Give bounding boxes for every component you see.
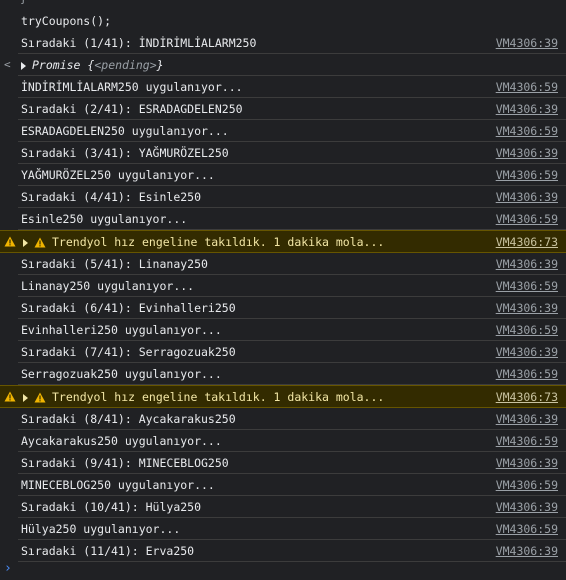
closing-brace: }: [20, 0, 27, 5]
source-link[interactable]: VM4306:39: [496, 32, 558, 54]
log-row: Evinhalleri250 uygulanıyor... VM4306:59: [18, 319, 566, 341]
log-text: YAĞMURÖZEL250 uygulanıyor...: [21, 168, 215, 182]
log-row: YAĞMURÖZEL250 uygulanıyor... VM4306:59: [18, 164, 566, 186]
source-link[interactable]: VM4306:59: [496, 208, 558, 230]
log-text: Sıradaki (10/41): Hülya250: [21, 500, 202, 514]
source-link[interactable]: VM4306:59: [496, 164, 558, 186]
log-row: Hülya250 uygulanıyor... VM4306:59: [18, 518, 566, 540]
log-text: Sıradaki (6/41): Evinhalleri250: [21, 301, 236, 315]
console-messages: Sıradaki (1/41): İNDİRİMLİALARM250 VM4306…: [0, 32, 566, 562]
log-row: Sıradaki (2/41): ESRADAGDELEN250 VM4306:3…: [18, 98, 566, 120]
source-link[interactable]: VM4306:39: [496, 186, 558, 208]
source-link[interactable]: VM4306:59: [496, 120, 558, 142]
log-row: Sıradaki (11/41): Erva250 VM4306:39: [18, 540, 566, 562]
log-row: Linanay250 uygulanıyor... VM4306:59: [18, 275, 566, 297]
promise-state: <pending>: [94, 58, 157, 72]
warning-row: Trendyol hız engeline takıldık. 1 dakika…: [0, 385, 566, 408]
warning-icon: [4, 236, 16, 247]
log-text: Esinle250 uygulanıyor...: [21, 212, 188, 226]
log-text: Sıradaki (11/41): Erva250: [21, 544, 195, 558]
previous-output-stub: }: [0, 0, 566, 10]
log-row: Sıradaki (7/41): Serragozuak250 VM4306:39: [18, 341, 566, 363]
log-row: İNDİRİMLİALARM250 uygulanıyor... VM4306:5…: [18, 76, 566, 98]
source-link[interactable]: VM4306:59: [496, 275, 558, 297]
log-row: Sıradaki (4/41): Esinle250 VM4306:39: [18, 186, 566, 208]
source-link[interactable]: VM4306:39: [496, 297, 558, 319]
source-link[interactable]: VM4306:59: [496, 76, 558, 98]
log-text: Linanay250 uygulanıyor...: [21, 279, 195, 293]
warning-text: Trendyol hız engeline takıldık. 1 dakika…: [52, 235, 385, 249]
source-link[interactable]: VM4306:59: [496, 518, 558, 540]
expand-triangle-icon[interactable]: [23, 238, 28, 247]
log-text: İNDİRİMLİALARM250 uygulanıyor...: [21, 80, 243, 94]
log-text: MINECEBLOG250 uygulanıyor...: [21, 478, 215, 492]
warning-icon: [4, 391, 16, 402]
log-row: Esinle250 uygulanıyor... VM4306:59: [18, 208, 566, 230]
source-link[interactable]: VM4306:39: [496, 341, 558, 363]
promise-result-row: < Promise {<pending>}: [4, 54, 566, 76]
expand-triangle-icon[interactable]: [21, 61, 26, 70]
source-link[interactable]: VM4306:39: [496, 142, 558, 164]
source-link[interactable]: VM4306:39: [496, 496, 558, 518]
log-text: Sıradaki (5/41): Linanay250: [21, 257, 208, 271]
result-arrow-icon: <: [4, 58, 11, 71]
log-row: Sıradaki (9/41): MINECEBLOG250 VM4306:39: [18, 452, 566, 474]
warning-emoji-icon: [34, 237, 46, 248]
warning-text: Trendyol hız engeline takıldık. 1 dakika…: [52, 390, 385, 404]
log-row: Sıradaki (5/41): Linanay250 VM4306:39: [18, 253, 566, 275]
log-row: Sıradaki (1/41): İNDİRİMLİALARM250 VM4306…: [18, 32, 566, 54]
log-text: Aycakarakus250 uygulanıyor...: [21, 434, 222, 448]
log-row: Sıradaki (6/41): Evinhalleri250 VM4306:39: [18, 297, 566, 319]
log-text: Sıradaki (8/41): Aycakarakus250: [21, 412, 236, 426]
log-text: Sıradaki (4/41): Esinle250: [21, 190, 202, 204]
console-prompt-icon[interactable]: ›: [4, 561, 12, 576]
log-row: MINECEBLOG250 uygulanıyor... VM4306:59: [18, 474, 566, 496]
source-link[interactable]: VM4306:39: [496, 408, 558, 430]
log-text: Sıradaki (1/41): İNDİRİMLİALARM250: [21, 36, 257, 50]
log-text: Sıradaki (3/41): YAĞMURÖZEL250: [21, 146, 229, 160]
source-link[interactable]: VM4306:39: [496, 253, 558, 275]
expand-triangle-icon[interactable]: [23, 393, 28, 402]
log-text: Serragozuak250 uygulanıyor...: [21, 367, 222, 381]
source-link[interactable]: VM4306:59: [496, 363, 558, 385]
log-text: ESRADAGDELEN250 uygulanıyor...: [21, 124, 229, 138]
log-row: Sıradaki (8/41): Aycakarakus250 VM4306:39: [18, 408, 566, 430]
promise-brace-close: }: [156, 58, 164, 72]
log-text: Sıradaki (2/41): ESRADAGDELEN250: [21, 102, 243, 116]
log-row: Aycakarakus250 uygulanıyor... VM4306:59: [18, 430, 566, 452]
log-row: ESRADAGDELEN250 uygulanıyor... VM4306:59: [18, 120, 566, 142]
log-row: Serragozuak250 uygulanıyor... VM4306:59: [18, 363, 566, 385]
source-link[interactable]: VM4306:39: [496, 98, 558, 120]
promise-label: Promise: [32, 58, 81, 72]
log-row: Sıradaki (10/41): Hülya250 VM4306:39: [18, 496, 566, 518]
source-link[interactable]: VM4306:39: [496, 452, 558, 474]
command-text: tryCoupons();: [21, 14, 112, 28]
source-link[interactable]: VM4306:59: [496, 430, 558, 452]
source-link[interactable]: VM4306:73: [496, 386, 558, 408]
console-input-echo: tryCoupons();: [18, 10, 566, 32]
console-panel: } tryCoupons(); Sıradaki (1/41): İNDİRİM…: [0, 0, 566, 562]
source-link[interactable]: VM4306:73: [496, 231, 558, 253]
source-link[interactable]: VM4306:39: [496, 540, 558, 562]
warning-row: Trendyol hız engeline takıldık. 1 dakika…: [0, 230, 566, 253]
log-text: Evinhalleri250 uygulanıyor...: [21, 323, 222, 337]
source-link[interactable]: VM4306:59: [496, 319, 558, 341]
log-row: Sıradaki (3/41): YAĞMURÖZEL250 VM4306:39: [18, 142, 566, 164]
log-text: Sıradaki (7/41): Serragozuak250: [21, 345, 236, 359]
source-link[interactable]: VM4306:59: [496, 474, 558, 496]
log-text: Hülya250 uygulanıyor...: [21, 522, 181, 536]
warning-emoji-icon: [34, 392, 46, 403]
log-text: Sıradaki (9/41): MINECEBLOG250: [21, 456, 229, 470]
